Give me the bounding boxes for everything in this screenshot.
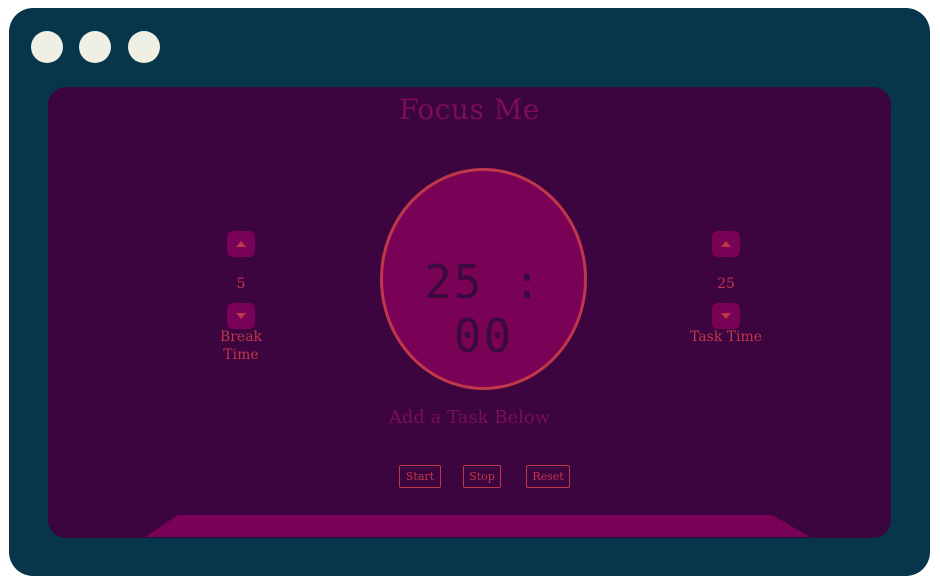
- task-time-value: 25: [717, 276, 735, 292]
- caret-down-icon: [236, 313, 246, 319]
- start-button[interactable]: Start: [399, 465, 441, 488]
- break-increment-button[interactable]: [227, 231, 255, 257]
- window-dot-maximize[interactable]: [128, 31, 160, 63]
- timer-display: 25 : 00: [424, 255, 543, 363]
- caret-down-icon: [721, 313, 731, 319]
- task-increment-button[interactable]: [712, 231, 740, 257]
- caret-up-icon: [721, 241, 731, 247]
- task-time-stepper: 25 Task Time: [686, 231, 766, 371]
- stop-button[interactable]: Stop: [463, 465, 501, 488]
- break-time-value: 5: [236, 276, 246, 292]
- caret-up-icon: [236, 241, 246, 247]
- app-title: Focus Me: [399, 93, 540, 126]
- break-time-stepper: 5 Break Time: [201, 231, 281, 371]
- window-dot-minimize[interactable]: [79, 31, 111, 63]
- reset-button[interactable]: Reset: [526, 465, 570, 488]
- task-decrement-button[interactable]: [712, 303, 740, 329]
- pomodoro-app: Focus Me 5 Break Time 25 : 00 25 Task Ti…: [48, 87, 891, 538]
- task-time-label: Task Time: [689, 329, 763, 345]
- break-decrement-button[interactable]: [227, 303, 255, 329]
- browser-window: Focus Me 5 Break Time 25 : 00 25 Task Ti…: [9, 8, 930, 576]
- timer-clock: 25 : 00: [380, 168, 587, 390]
- task-prompt: Add a Task Below: [388, 407, 551, 428]
- window-dot-close[interactable]: [31, 31, 63, 63]
- break-time-label: Break Time: [219, 329, 263, 363]
- task-input-platform[interactable]: [144, 515, 812, 538]
